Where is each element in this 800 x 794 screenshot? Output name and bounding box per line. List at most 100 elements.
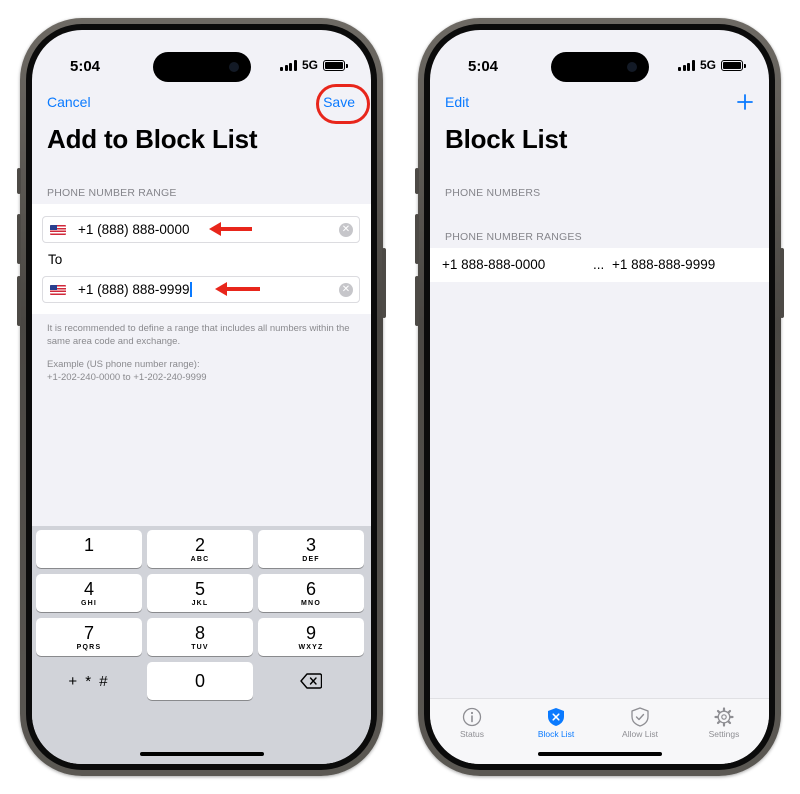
key-5[interactable]: 5 JKL xyxy=(147,574,253,612)
example-value: +1-202-240-0000 to +1-202-240-9999 xyxy=(47,372,207,383)
range-end: +1 888-888-9999 xyxy=(612,257,716,272)
tab-label: Status xyxy=(459,729,485,739)
key-9[interactable]: 9 WXYZ xyxy=(258,618,364,656)
tab-allow-list[interactable]: Allow List xyxy=(600,707,680,739)
key-letters: MNO xyxy=(301,600,321,607)
phone-keypad: 1 2 ABC 3 DEF 4 GHI 5 JKL 6 MNO 7 PQRS 8 TUV 9W… xyxy=(32,526,371,764)
range-separator: ... xyxy=(593,257,605,272)
key-symbols-label: + * # xyxy=(68,673,110,690)
volume-down-button xyxy=(17,276,21,326)
section-header-range: PHONE NUMBER RANGE xyxy=(47,187,177,199)
clear-icon[interactable]: ✕ xyxy=(339,283,353,297)
camera-icon xyxy=(228,62,239,72)
key-letters: TUV xyxy=(191,644,209,651)
key-digit: 3 xyxy=(305,535,316,555)
key-digit: 4 xyxy=(83,579,94,599)
section-header-numbers: PHONE NUMBERS xyxy=(445,187,541,199)
page-title: Block List xyxy=(445,124,568,154)
key-digit: 2 xyxy=(194,535,205,555)
key-0[interactable]: 0 xyxy=(147,662,253,700)
tab-status[interactable]: Status xyxy=(432,707,512,739)
tab-label: Allow List xyxy=(622,729,658,739)
volume-down-button xyxy=(415,276,419,326)
network-label: 5G xyxy=(699,58,716,72)
key-digit: 6 xyxy=(305,579,316,599)
dynamic-island xyxy=(152,52,251,82)
list-item[interactable]: +1 888-888-0000 ... +1 888-888-9999 xyxy=(430,248,769,282)
action-button xyxy=(17,168,21,194)
annotation-arrow-from xyxy=(209,222,252,236)
add-to-block-list-screen: 5:04 5G Cancel Save Add to Block List PH… xyxy=(32,30,371,764)
from-phone-value: +1 (888) 888-0000 xyxy=(78,222,190,237)
key-letters: DEF xyxy=(302,556,320,563)
us-flag-icon[interactable] xyxy=(50,224,66,235)
key-digit: 5 xyxy=(194,579,205,599)
status-indicators: 5G xyxy=(678,58,746,72)
shield-x-icon xyxy=(548,708,564,726)
tab-settings[interactable]: Settings xyxy=(684,707,764,739)
key-2[interactable]: 2 ABC xyxy=(147,530,253,568)
side-button xyxy=(780,248,784,318)
text-cursor xyxy=(190,282,192,297)
battery-icon xyxy=(721,59,746,71)
key-7[interactable]: 7 PQRS xyxy=(36,618,142,656)
range-start: +1 888-888-0000 xyxy=(442,257,546,272)
key-6[interactable]: 6 MNO xyxy=(258,574,364,612)
signal-icon xyxy=(280,59,297,71)
page-title: Add to Block List xyxy=(47,124,258,154)
to-phone-value: +1 (888) 888-9999 xyxy=(78,282,192,297)
tab-block-list[interactable]: Block List xyxy=(516,707,596,739)
key-letters: ABC xyxy=(190,556,210,563)
key-digit: 1 xyxy=(83,535,94,555)
side-button xyxy=(382,248,386,318)
key-letters: GHI xyxy=(80,600,98,607)
signal-icon xyxy=(678,59,695,71)
key-4[interactable]: 4 GHI xyxy=(36,574,142,612)
shield-check-icon xyxy=(631,707,649,727)
cancel-button[interactable]: Cancel xyxy=(47,94,91,110)
to-phone-field[interactable]: +1 (888) 888-9999 ✕ xyxy=(42,276,360,303)
plus-icon[interactable] xyxy=(737,94,753,110)
phone-frame-left: 5:04 5G Cancel Save Add to Block List PH… xyxy=(17,18,386,776)
network-label: 5G xyxy=(301,58,318,72)
dynamic-island xyxy=(550,52,649,82)
backspace-icon xyxy=(300,673,323,689)
annotation-arrow-to xyxy=(215,282,260,296)
section-header-ranges: PHONE NUMBER RANGES xyxy=(445,231,582,243)
from-phone-field[interactable]: +1 (888) 888-0000 ✕ xyxy=(42,216,360,243)
to-label: To xyxy=(48,252,63,267)
us-flag-icon[interactable] xyxy=(50,284,66,295)
gear-icon xyxy=(714,707,734,727)
delete-key[interactable] xyxy=(258,662,364,700)
home-indicator[interactable] xyxy=(139,751,264,756)
key-3[interactable]: 3 DEF xyxy=(258,530,364,568)
edit-button[interactable]: Edit xyxy=(445,94,469,110)
example-heading: Example (US phone number range): xyxy=(47,359,200,370)
status-time: 5:04 xyxy=(70,58,101,75)
tab-label: Block List xyxy=(537,729,575,739)
home-indicator[interactable] xyxy=(537,751,662,756)
recommendation-note: It is recommended to define a range that… xyxy=(47,323,350,347)
block-list-screen: 5:04 5G Edit Block List PHONE NUMBERS PH… xyxy=(430,30,769,764)
save-highlight-circle xyxy=(316,84,370,124)
tab-label: Settings xyxy=(708,729,740,739)
key-letters: WXYZ xyxy=(298,644,324,651)
key-digit: 7 xyxy=(83,623,94,643)
to-phone-text: +1 (888) 888-9999 xyxy=(78,282,190,297)
battery-icon xyxy=(323,59,348,71)
volume-up-button xyxy=(17,214,21,264)
info-icon xyxy=(462,707,482,727)
clear-icon[interactable]: ✕ xyxy=(339,223,353,237)
camera-icon xyxy=(626,62,637,72)
key-8[interactable]: 8 TUV xyxy=(147,618,253,656)
key-digit: 0 xyxy=(194,671,205,691)
key-letters: PQRS xyxy=(76,644,102,651)
key-digit: 8 xyxy=(194,623,205,643)
status-time: 5:04 xyxy=(468,58,499,75)
key-letters: JKL xyxy=(191,600,209,607)
key-symbols[interactable]: + * # xyxy=(36,662,142,700)
action-button xyxy=(415,168,419,194)
key-1[interactable]: 1 xyxy=(36,530,142,568)
key-digit: 9 xyxy=(305,623,316,643)
status-indicators: 5G xyxy=(280,58,348,72)
